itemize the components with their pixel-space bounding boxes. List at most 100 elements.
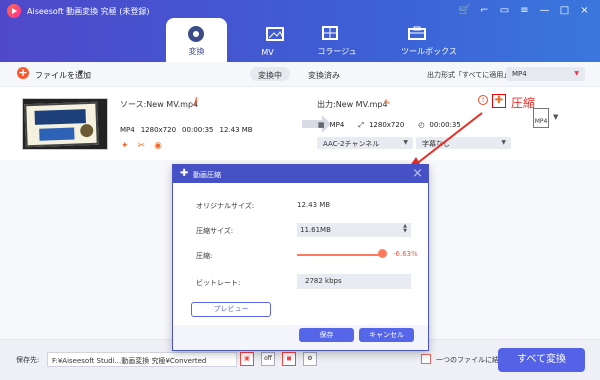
bitrate-label: ビットレート: bbox=[196, 279, 241, 287]
resize-icon: ⤢ bbox=[358, 121, 364, 129]
window-controls: 🛒 ⌐ ▭ ≡ — □ × bbox=[457, 4, 592, 17]
message-icon[interactable]: ▭ bbox=[497, 4, 512, 17]
output-format-value: MP4 bbox=[329, 121, 345, 129]
info-icon[interactable]: i bbox=[194, 97, 197, 108]
thumbnail-band-1 bbox=[34, 109, 86, 125]
source-size: 12.43 MB bbox=[219, 126, 253, 134]
compress-size-stepper[interactable]: 11.61MB ▲ ▼ bbox=[297, 223, 411, 237]
tab-convert[interactable]: 変換 bbox=[166, 18, 227, 62]
edit-name-icon[interactable]: ✎ bbox=[384, 98, 391, 107]
output-format-label: 出力形式「すべてに適用」: bbox=[427, 71, 513, 79]
combine-label: 一つのファイルに結合 bbox=[436, 356, 506, 364]
clock-icon: ◴ bbox=[418, 121, 425, 129]
tab-collage[interactable]: コラージュ bbox=[300, 18, 374, 62]
stepper-arrows-icon[interactable]: ▲ ▼ bbox=[403, 224, 407, 234]
subtitle-select[interactable]: 字幕なし bbox=[416, 137, 511, 149]
tab-mv-label: MV bbox=[261, 48, 274, 57]
film-icon: ▦ bbox=[318, 121, 325, 129]
convert-all-button[interactable]: すべて変換 bbox=[498, 348, 585, 372]
dialog-body: オリジナルサイズ: 12.43 MB 圧縮サイズ: 11.61MB ▲ ▼ 圧縮: … bbox=[181, 183, 420, 341]
combine-checkbox[interactable] bbox=[421, 354, 431, 364]
file-toolbar: + ファイルを追加 ▼ 変換中 変換済み 出力形式「すべてに適用」: MP4 bbox=[0, 62, 600, 87]
hardware-accel-icon[interactable]: off bbox=[261, 352, 275, 366]
settings-icon[interactable]: ⚙ bbox=[303, 352, 317, 366]
bottom-tools: ▣ off ◼ ⚙ bbox=[240, 352, 317, 366]
thumbnail-band-2 bbox=[39, 127, 75, 141]
main-tabs: 変換 MV コラージュ ツールボックス bbox=[166, 18, 472, 62]
app-logo-icon bbox=[7, 4, 21, 18]
dialog-header: ✚ 動画圧縮 × bbox=[173, 165, 428, 183]
tab-mv[interactable]: MV bbox=[245, 18, 290, 62]
tab-convert-label: 変換 bbox=[188, 47, 205, 56]
original-size-label: オリジナルサイズ: bbox=[196, 202, 255, 210]
compress-size-label: 圧縮サイズ: bbox=[196, 227, 234, 235]
add-file-dropdown-icon[interactable]: ▼ bbox=[78, 69, 83, 77]
key-icon[interactable]: ⌐ bbox=[477, 4, 492, 17]
compress-annotation: 圧縮 bbox=[511, 96, 536, 110]
video-thumbnail[interactable] bbox=[22, 98, 108, 150]
output-format-dropdown-icon[interactable]: ▼ bbox=[553, 113, 558, 121]
thumbnail-screen bbox=[24, 101, 99, 148]
add-file-icon[interactable]: + bbox=[17, 67, 29, 79]
compress-percent: -6.63% bbox=[393, 250, 418, 258]
output-filename: 出力:New MV.mp4 bbox=[317, 100, 388, 109]
dialog-title: 動画圧縮 bbox=[193, 171, 221, 179]
source-metadata: MP4 1280x720 00:00:35 12.43 MB bbox=[120, 126, 253, 134]
palette-icon[interactable]: ◉ bbox=[154, 141, 162, 151]
toolbox-icon bbox=[408, 26, 426, 40]
enhance-icon[interactable]: ✦ bbox=[121, 141, 129, 151]
output-duration-info: ◴ 00:00:35 bbox=[418, 121, 461, 130]
save-button[interactable]: 保存 bbox=[299, 328, 354, 342]
source-format: MP4 bbox=[120, 126, 135, 134]
maximize-icon[interactable]: □ bbox=[557, 4, 572, 17]
collage-icon bbox=[322, 26, 338, 40]
tab-converting[interactable]: 変換中 bbox=[250, 67, 290, 81]
tab-toolbox-label: ツールボックス bbox=[401, 47, 457, 56]
mv-icon bbox=[266, 27, 284, 41]
save-to-label: 保存先: bbox=[16, 356, 40, 364]
bitrate-field[interactable]: 2782 kbps bbox=[297, 274, 411, 289]
compress-size-value: 11.61MB bbox=[300, 226, 331, 234]
output-metadata: ▦ MP4 ⤢ 1280x720 ◴ 00:00:35 bbox=[318, 121, 461, 130]
cart-icon[interactable]: 🛒 bbox=[457, 4, 472, 17]
thumbnail-dot bbox=[80, 123, 94, 138]
output-format-info: ▦ MP4 bbox=[318, 121, 344, 130]
source-resolution: 1280x720 bbox=[140, 126, 177, 134]
convert-icon bbox=[188, 26, 204, 42]
tab-toolbox[interactable]: ツールボックス bbox=[386, 18, 472, 62]
app-title: Aiseesoft 動画変換 究極 (未登録) bbox=[27, 7, 150, 16]
file-row: ソース:New MV.mp4 i MP4 1280x720 00:00:35 1… bbox=[12, 90, 588, 156]
compress-icon: ✚ bbox=[180, 168, 189, 179]
compress-dialog: ✚ 動画圧縮 × オリジナルサイズ: 12.43 MB 圧縮サイズ: 11.61… bbox=[172, 164, 429, 351]
output-duration-value: 00:00:35 bbox=[429, 121, 461, 129]
compress-slider-track[interactable] bbox=[297, 254, 382, 256]
menu-icon[interactable]: ≡ bbox=[517, 4, 532, 17]
minimize-icon[interactable]: — bbox=[537, 4, 552, 17]
tab-converted[interactable]: 変換済み bbox=[300, 67, 348, 81]
output-format-icon[interactable]: MP4 bbox=[533, 108, 549, 128]
output-path-field[interactable]: F:¥Aiseesoft Studi...動画変換 究極¥Converted bbox=[47, 352, 237, 367]
scissors-icon[interactable]: ✂ bbox=[138, 141, 146, 151]
close-icon[interactable]: × bbox=[412, 166, 423, 181]
gpu-icon[interactable]: ◼ bbox=[282, 352, 296, 366]
folder-icon[interactable]: ▣ bbox=[240, 352, 254, 366]
tab-collage-label: コラージュ bbox=[317, 47, 357, 56]
compress-ratio-label: 圧縮: bbox=[196, 252, 213, 260]
warning-icon[interactable]: ! bbox=[478, 95, 488, 105]
app-window: Aiseesoft 動画変換 究極 (未登録) 🛒 ⌐ ▭ ≡ — □ × 変換… bbox=[0, 0, 600, 380]
top-navigation-bar: Aiseesoft 動画変換 究極 (未登録) 🛒 ⌐ ▭ ≡ — □ × 変換… bbox=[0, 0, 600, 62]
source-filename: ソース:New MV.mp4 bbox=[120, 100, 199, 109]
compress-slider-handle[interactable] bbox=[378, 249, 387, 258]
close-icon[interactable]: × bbox=[577, 4, 592, 17]
dialog-footer: 保存 キャンセル bbox=[173, 325, 428, 350]
cancel-button[interactable]: キャンセル bbox=[359, 328, 414, 342]
output-resolution-info: ⤢ 1280x720 bbox=[358, 121, 404, 130]
preview-button[interactable]: プレビュー bbox=[191, 302, 271, 317]
file-tools: ✦ ✂ ◉ bbox=[121, 141, 162, 151]
audio-track-select[interactable]: AAC-2チャンネル bbox=[317, 137, 413, 149]
output-resolution-value: 1280x720 bbox=[368, 121, 405, 129]
source-duration: 00:00:35 bbox=[182, 126, 214, 134]
original-size-value: 12.43 MB bbox=[297, 201, 331, 209]
output-format-select[interactable]: MP4 bbox=[506, 67, 585, 81]
compress-icon[interactable]: ✚ bbox=[492, 94, 506, 108]
